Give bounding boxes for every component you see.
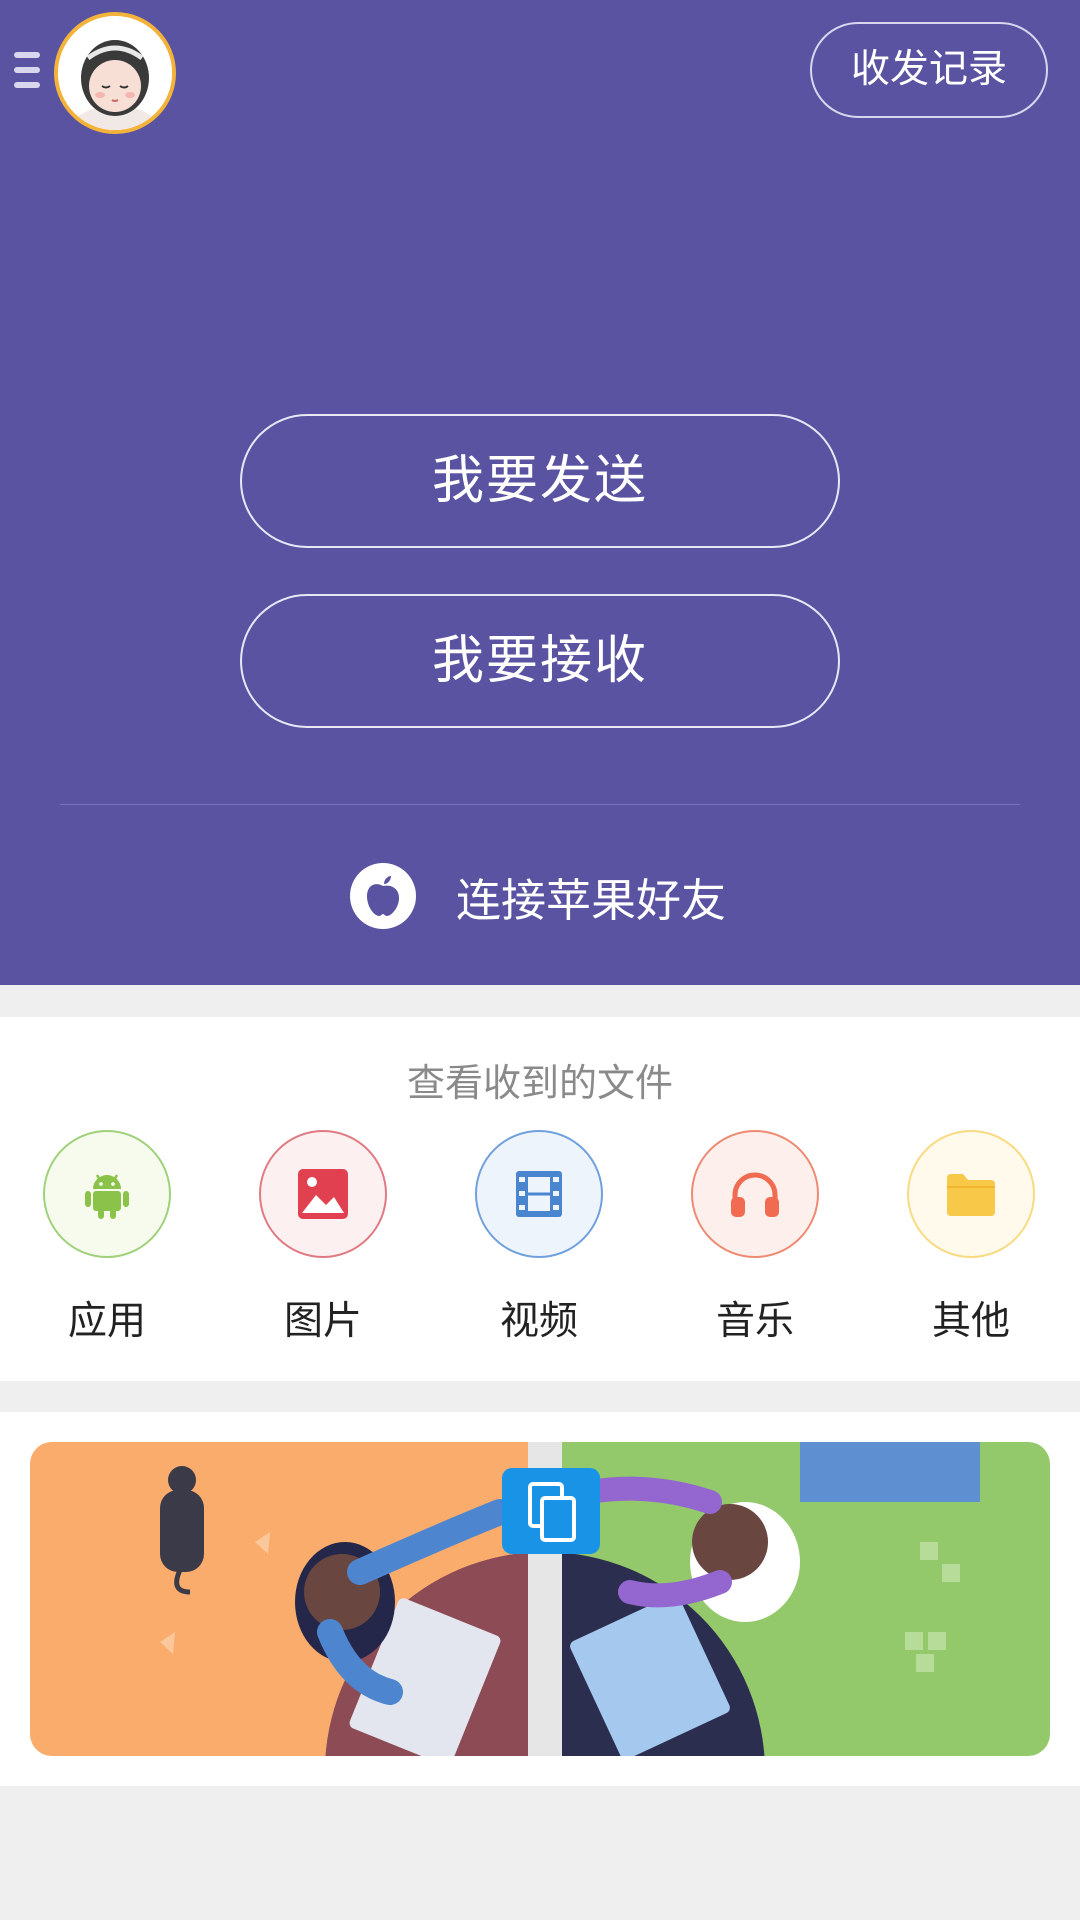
received-files-title: 查看收到的文件 (406, 1061, 673, 1105)
image-icon (259, 1130, 387, 1258)
category-label: 其他 (931, 1299, 1010, 1344)
headphones-icon (691, 1130, 819, 1258)
hero-panel: 收发记录 我要发送 我要接收 连接苹果好友 (0, 0, 1080, 985)
folder-icon (907, 1130, 1035, 1258)
promo-banner[interactable] (30, 1442, 1050, 1756)
avatar-illustration (58, 16, 172, 130)
video-icon (475, 1130, 603, 1258)
menu-icon[interactable] (14, 52, 40, 92)
category-apps[interactable]: 应用 (37, 1130, 177, 1346)
category-label: 图片 (283, 1299, 362, 1344)
received-files-card: 查看收到的文件 应用 图片 视频 音乐 其他 (0, 1017, 1080, 1381)
category-label: 视频 (499, 1299, 578, 1344)
banner-illustration (30, 1442, 1050, 1756)
android-icon (43, 1130, 171, 1258)
receive-button[interactable]: 我要接收 (240, 594, 840, 728)
record-button[interactable]: 收发记录 (810, 22, 1048, 118)
category-other[interactable]: 其他 (901, 1130, 1041, 1346)
category-videos[interactable]: 视频 (469, 1130, 609, 1346)
send-button[interactable]: 我要发送 (240, 414, 840, 548)
category-images[interactable]: 图片 (253, 1130, 393, 1346)
banner-card (0, 1412, 1080, 1786)
divider (60, 804, 1020, 805)
category-label: 音乐 (715, 1299, 794, 1344)
category-label: 应用 (67, 1299, 146, 1344)
category-music[interactable]: 音乐 (685, 1130, 825, 1346)
apple-icon (350, 863, 416, 929)
avatar[interactable] (54, 12, 176, 134)
connect-apple-label: 连接苹果好友 (456, 873, 727, 927)
connect-apple-button[interactable]: 连接苹果好友 (350, 862, 726, 930)
